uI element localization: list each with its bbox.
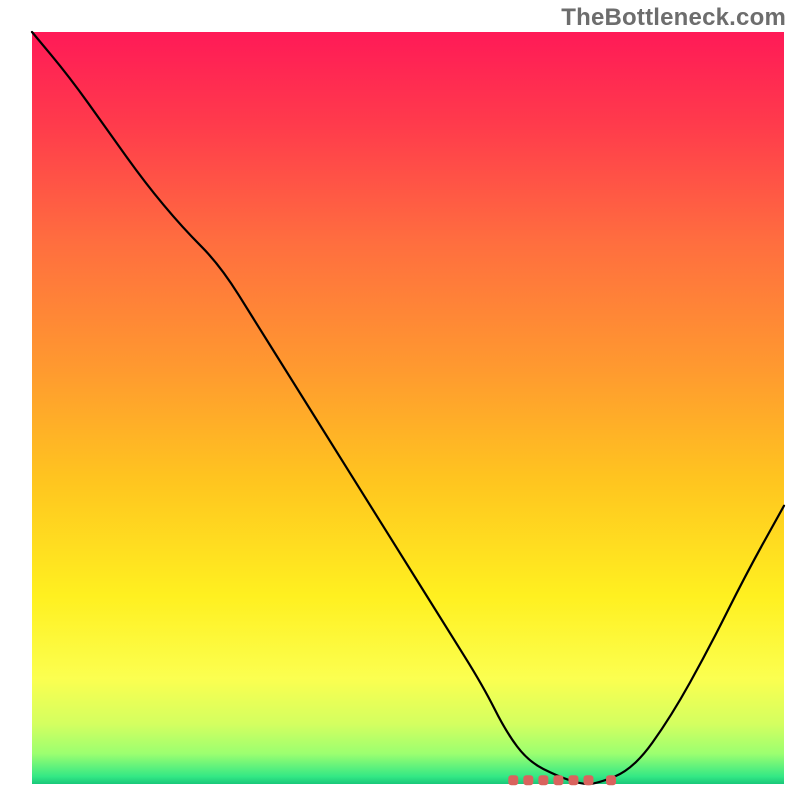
chart-frame: TheBottleneck.com [0, 0, 800, 800]
marker-dot [606, 775, 616, 785]
marker-dot [568, 775, 578, 785]
watermark-text: TheBottleneck.com [561, 4, 786, 32]
marker-dot [523, 775, 533, 785]
marker-dot [508, 775, 518, 785]
marker-dot [553, 775, 563, 785]
bottleneck-chart [0, 0, 800, 800]
marker-dot [583, 775, 593, 785]
marker-dot [538, 775, 548, 785]
plot-background [32, 32, 784, 784]
